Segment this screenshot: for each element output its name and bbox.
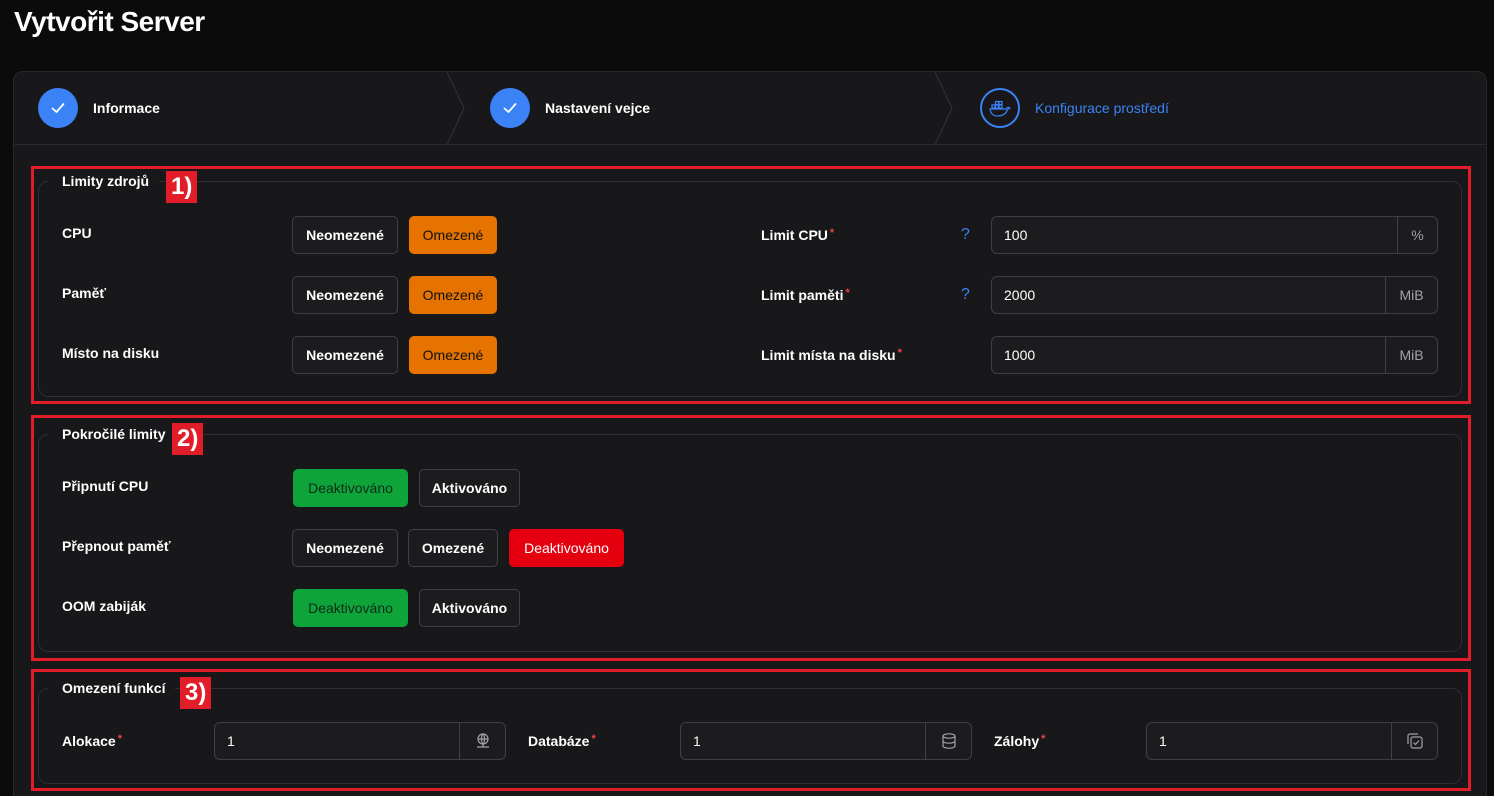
cpu-label: CPU	[62, 225, 92, 241]
annotation-tag-3: 3)	[180, 677, 212, 709]
step-separator	[446, 72, 465, 145]
network-icon	[459, 723, 505, 759]
swap-label: Přepnout paměť	[62, 538, 171, 554]
feature-limits-legend: Omezení funkcí	[48, 679, 176, 697]
disk-label: Místo na disku	[62, 345, 160, 361]
cpu-pinning-label: Připnutí CPU	[62, 478, 149, 494]
allocations-label: Alokace *	[62, 733, 122, 749]
required-asterisk: *	[829, 227, 835, 239]
cpu-limit-label: Limit CPU *	[761, 227, 835, 243]
oom-deactivated-button[interactable]: Deaktivováno	[293, 589, 408, 627]
step-separator	[934, 72, 953, 145]
required-asterisk: *	[1041, 733, 1046, 745]
cpu-unlimited-button[interactable]: Neomezené	[292, 216, 398, 254]
disk-limited-button[interactable]: Omezené	[409, 336, 497, 374]
cpu-limit-input[interactable]: 100 %	[991, 216, 1438, 254]
advanced-limits-legend: Pokročilé limity	[48, 425, 176, 443]
help-icon[interactable]: ?	[961, 226, 970, 244]
required-asterisk: *	[591, 733, 596, 745]
cpu-pinning-deactivated-button[interactable]: Deaktivováno	[293, 469, 408, 507]
cpu-pinning-activated-button[interactable]: Aktivováno	[419, 469, 520, 507]
unit-suffix: MiB	[1385, 337, 1437, 373]
unit-suffix: %	[1397, 217, 1437, 253]
help-icon[interactable]: ?	[961, 286, 970, 304]
memory-limited-button[interactable]: Omezené	[409, 276, 497, 314]
page-title: Vytvořit Server	[14, 6, 205, 37]
swap-unlimited-button[interactable]: Neomezené	[292, 529, 398, 567]
oom-activated-button[interactable]: Aktivováno	[419, 589, 520, 627]
check-icon	[490, 88, 530, 128]
memory-limit-input[interactable]: 2000 MiB	[991, 276, 1438, 314]
step-label: Informace	[93, 100, 160, 116]
memory-label: Paměť	[62, 285, 107, 301]
resource-limits-legend: Limity zdrojů	[48, 172, 160, 190]
databases-label: Databáze *	[528, 733, 596, 749]
step-nastaveni-vejce[interactable]: Nastavení vejce	[490, 88, 650, 128]
annotation-tag-2: 2)	[172, 423, 204, 455]
unit-suffix: MiB	[1385, 277, 1437, 313]
step-label: Konfigurace prostředí	[1035, 100, 1169, 116]
oom-killer-label: OOM zabiják	[62, 598, 147, 614]
step-konfigurace-prostredi[interactable]: Konfigurace prostředí	[980, 88, 1169, 128]
check-icon	[38, 88, 78, 128]
step-informace[interactable]: Informace	[38, 88, 160, 128]
required-asterisk: *	[845, 287, 850, 299]
memory-unlimited-button[interactable]: Neomezené	[292, 276, 398, 314]
disk-limit-input[interactable]: 1000 MiB	[991, 336, 1438, 374]
swap-limited-button[interactable]: Omezené	[408, 529, 498, 567]
required-asterisk: *	[117, 733, 122, 745]
step-label: Nastavení vejce	[545, 100, 651, 116]
backups-label: Zálohy *	[994, 733, 1046, 749]
swap-deactivated-button[interactable]: Deaktivováno	[509, 529, 624, 567]
databases-input[interactable]: 1	[680, 722, 972, 760]
backup-icon	[1391, 723, 1437, 759]
required-asterisk: *	[897, 347, 902, 359]
disk-limit-label: Limit místa na disku *	[761, 347, 902, 363]
backups-input[interactable]: 1	[1146, 722, 1438, 760]
memory-limit-label: Limit paměti *	[761, 287, 850, 303]
docker-icon	[980, 88, 1020, 128]
disk-unlimited-button[interactable]: Neomezené	[292, 336, 398, 374]
database-icon	[925, 723, 971, 759]
annotation-tag-1: 1)	[166, 171, 198, 203]
advanced-limits-fieldset	[38, 434, 1462, 652]
cpu-limited-button[interactable]: Omezené	[409, 216, 497, 254]
allocations-input[interactable]: 1	[214, 722, 506, 760]
stepper: Informace Nastavení vejce Konfigurace pr	[14, 72, 1486, 145]
